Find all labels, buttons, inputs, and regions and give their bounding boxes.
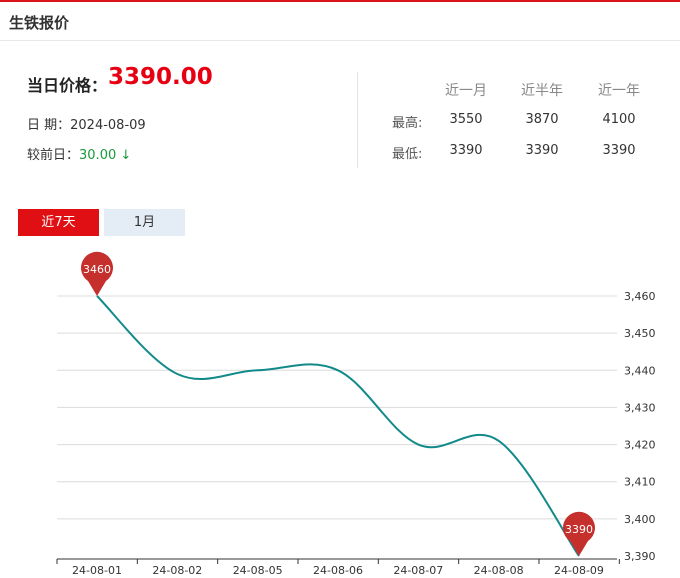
y-tick-label: 3,430	[624, 401, 656, 414]
y-tick-label: 3,460	[624, 290, 656, 303]
x-tick-label: 24-08-05	[233, 564, 283, 577]
stats-high-halfyear: 3870	[525, 112, 559, 127]
stats-low-halfyear: 3390	[525, 143, 559, 158]
x-tick-label: 24-08-02	[152, 564, 202, 577]
max-value-pin: 3460	[81, 251, 113, 296]
stats-high-year: 4100	[602, 112, 636, 127]
stats-header-year: 近一年	[598, 83, 640, 99]
x-tick-label: 24-08-07	[393, 564, 443, 577]
stats-header-halfyear: 近半年	[521, 83, 563, 99]
stats-low-year: 3390	[602, 143, 636, 158]
tab-7days[interactable]: 近7天	[18, 209, 99, 236]
y-tick-label: 3,420	[624, 439, 656, 452]
change-value: 30.00	[79, 148, 117, 163]
vertical-divider	[357, 72, 358, 168]
stats-low-month: 3390	[449, 143, 483, 158]
chart-grid	[57, 295, 617, 520]
y-tick-label: 3,400	[624, 513, 656, 526]
x-tick-label: 24-08-08	[474, 564, 524, 577]
x-tick-label: 24-08-06	[313, 564, 363, 577]
stats-label-low: 最低:	[392, 147, 423, 162]
stats-label-high: 最高:	[392, 116, 423, 131]
price-line-chart: 3,390 3,400 3,410 3,420 3,430 3,440 3,450 3,460…	[56, 251, 656, 577]
pin-label: 3390	[565, 523, 593, 536]
down-arrow-icon: ↓	[120, 148, 132, 163]
panel-title: 生铁报价	[9, 14, 70, 32]
y-tick-label: 3,410	[624, 476, 656, 489]
stats-header-month: 近一月	[445, 83, 487, 99]
tab-1month[interactable]: 1月	[104, 209, 185, 236]
x-tick-label: 24-08-09	[554, 564, 604, 577]
min-value-pin: 3390	[562, 511, 595, 556]
price-value: 3390.00	[108, 64, 213, 90]
chart-pins: 3460 3390	[81, 251, 595, 556]
x-tick-label: 24-08-01	[72, 564, 122, 577]
panel-header: 生铁报价	[0, 2, 680, 41]
y-tick-label: 3,440	[624, 364, 656, 377]
pin-label: 3460	[83, 263, 111, 276]
series-line	[96, 295, 580, 557]
y-tick-label: 3,390	[624, 550, 656, 563]
y-tick-label: 3,450	[624, 327, 656, 340]
date-value: 2024-08-09	[70, 118, 146, 133]
date-row: 日 期：2024-08-09	[27, 114, 146, 133]
change-label: 较前日：	[27, 148, 80, 163]
change-row: 较前日：30.00 ↓	[27, 144, 131, 163]
price-label: 当日价格：	[27, 76, 108, 95]
date-label: 日 期：	[27, 118, 71, 133]
stats-high-month: 3550	[449, 112, 483, 127]
